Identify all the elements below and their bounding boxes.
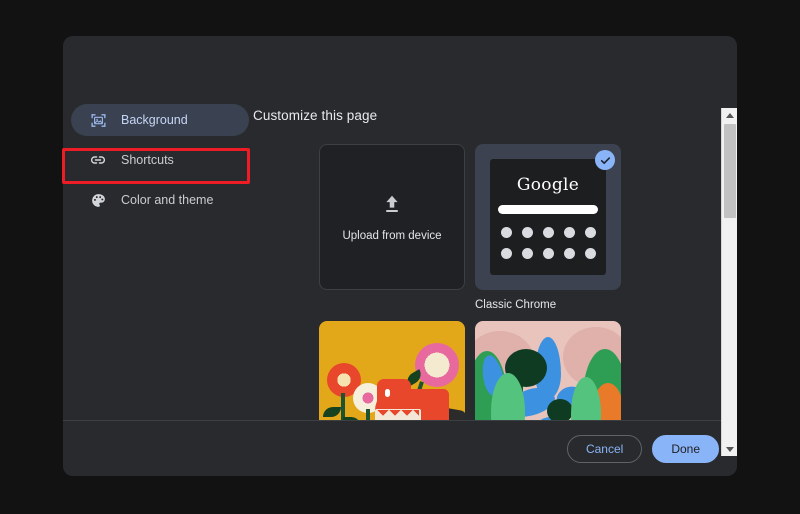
sidebar: Background Shortcuts Color and theme — [63, 104, 257, 224]
shortcut-dot — [521, 227, 533, 238]
cancel-button[interactable]: Cancel — [566, 434, 643, 463]
search-bar-mock — [498, 205, 598, 214]
shortcut-dot — [542, 227, 554, 238]
leaf-shape — [323, 407, 341, 417]
sidebar-item-label: Background — [121, 112, 188, 127]
upload-tile-label: Upload from device — [342, 230, 442, 242]
shortcut-dot — [584, 227, 596, 238]
tile-grid: Upload from device Google Classic Chrome — [257, 108, 719, 456]
upload-arrow-icon — [379, 192, 405, 218]
shortcut-dot — [500, 248, 512, 259]
dialog-footer: Cancel Done — [63, 420, 737, 476]
chevron-down-icon[interactable] — [722, 442, 737, 456]
screen-root: Customize this page Background Shortcuts… — [0, 0, 800, 514]
shortcut-dot — [563, 248, 575, 259]
customize-page-dialog: Customize this page Background Shortcuts… — [63, 36, 737, 476]
chevron-up-icon[interactable] — [722, 108, 737, 122]
palette-icon — [89, 191, 107, 209]
shortcut-dots-row — [500, 227, 596, 238]
upload-tile[interactable]: Upload from device — [319, 144, 465, 290]
sidebar-item-color-and-theme[interactable]: Color and theme — [71, 184, 249, 216]
shortcut-dot — [584, 248, 596, 259]
background-options-grid: Upload from device Google Classic Chrome — [257, 108, 737, 456]
tile-upload-from-device[interactable]: Upload from device — [319, 144, 465, 311]
shortcut-dot — [542, 248, 554, 259]
sidebar-item-label: Shortcuts — [121, 152, 174, 167]
flower-shape — [415, 343, 459, 387]
link-icon — [89, 151, 107, 169]
shortcut-dot — [563, 227, 575, 238]
shortcut-dot — [521, 248, 533, 259]
done-button[interactable]: Done — [652, 434, 719, 463]
sidebar-item-label: Color and theme — [121, 192, 214, 207]
scrollbar-thumb[interactable] — [724, 124, 736, 218]
tile-label: Classic Chrome — [475, 299, 557, 311]
bird-head-shape — [377, 379, 411, 413]
check-circle-icon — [595, 150, 615, 170]
sidebar-item-background[interactable]: Background — [71, 104, 249, 136]
bird-eye-shape — [385, 389, 390, 397]
classic-chrome-preview: Google — [490, 159, 606, 275]
tile-classic-chrome[interactable]: Google Classic Chrome — [475, 144, 621, 311]
shortcut-dot — [500, 227, 512, 238]
image-frame-icon — [89, 111, 107, 129]
sidebar-item-shortcuts[interactable]: Shortcuts — [71, 144, 249, 176]
shortcut-dots-row — [500, 248, 596, 259]
classic-chrome-thumbnail[interactable]: Google — [475, 144, 621, 290]
bird-pattern-shape — [377, 410, 419, 420]
google-wordmark: Google — [516, 175, 580, 195]
content-scrollbar[interactable] — [721, 108, 737, 456]
